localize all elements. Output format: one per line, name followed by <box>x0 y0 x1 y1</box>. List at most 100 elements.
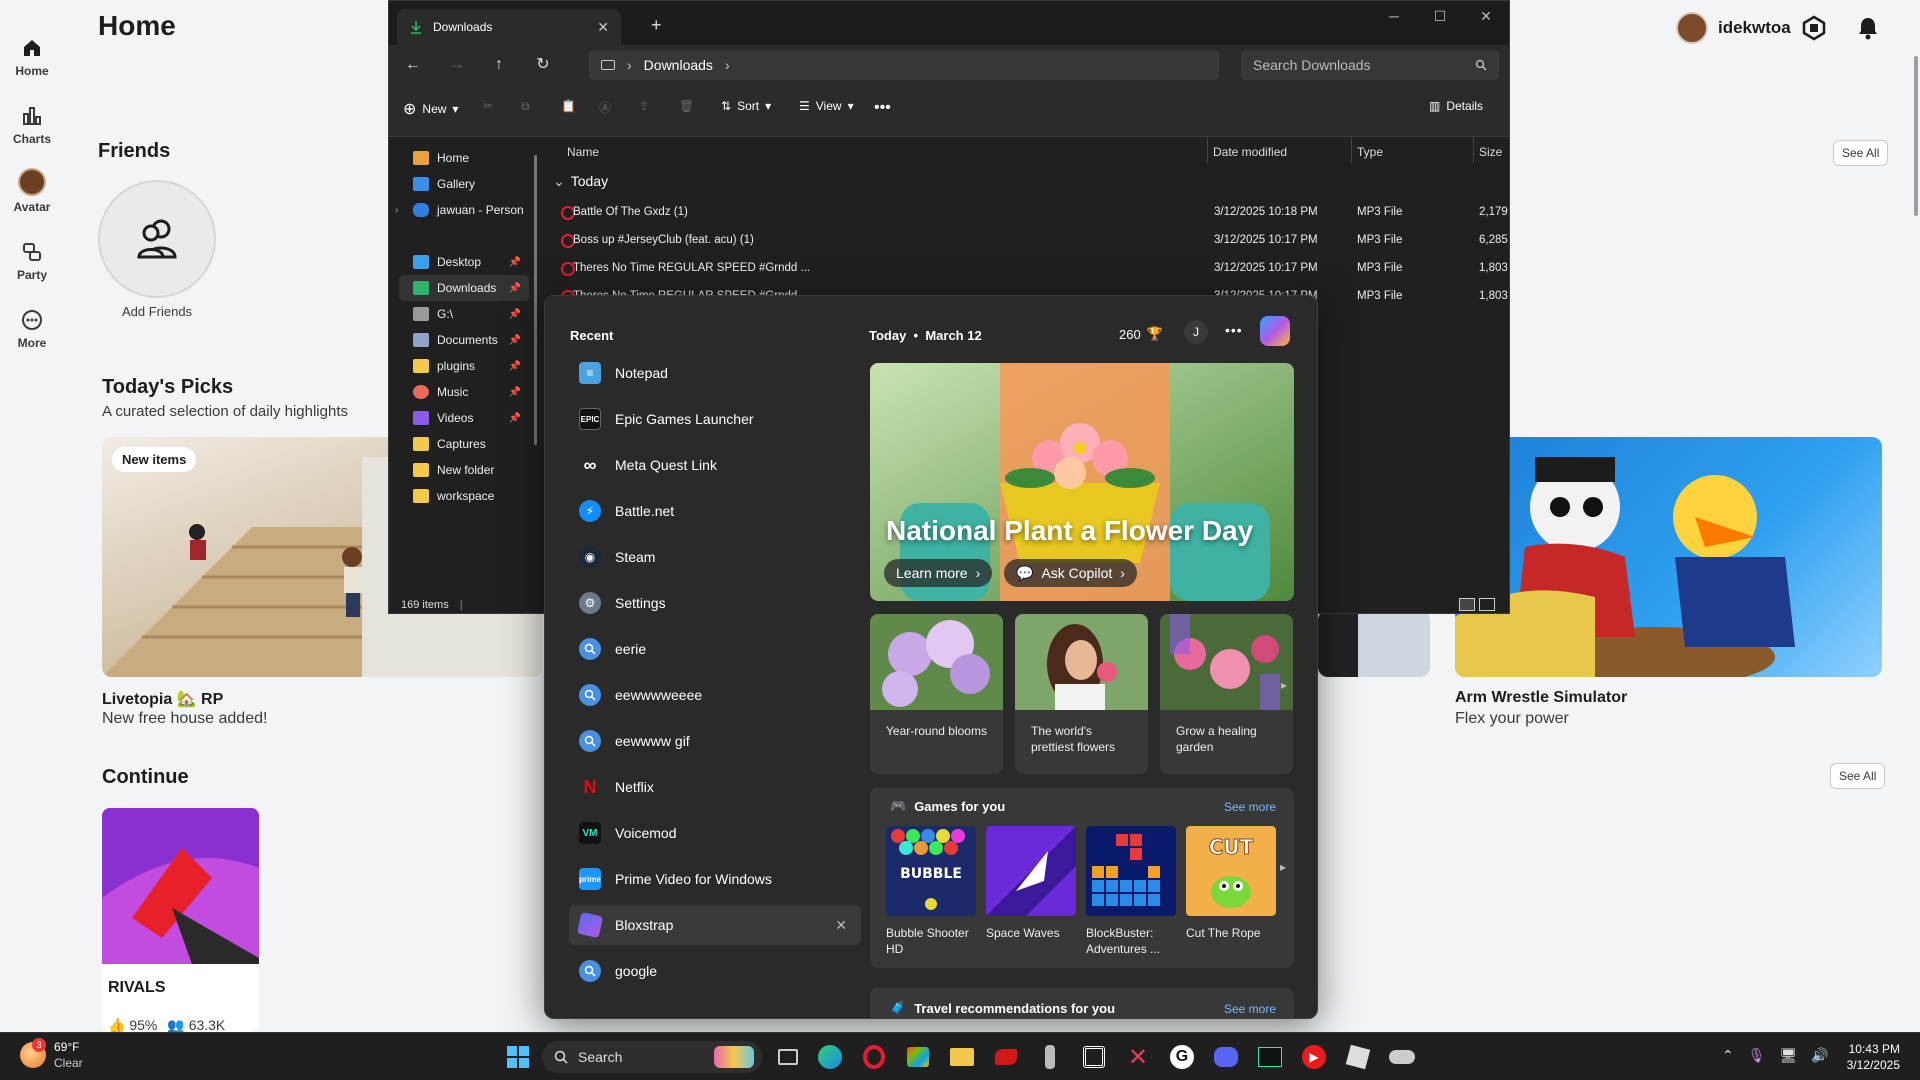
learn-more-button[interactable]: Learn more › <box>884 559 993 587</box>
file-explorer-icon[interactable] <box>946 1041 978 1073</box>
details-button[interactable]: ▥ Details <box>1429 99 1483 113</box>
recent-item-voicemod[interactable]: VM Voicemod <box>569 813 861 853</box>
recent-item-epic-games[interactable]: EPIC Epic Games Launcher <box>569 399 861 439</box>
tile-prettiest-flowers[interactable]: The world's prettiest flowers <box>1015 614 1148 774</box>
new-button[interactable]: ⊕ New ▾ <box>403 99 458 119</box>
task-view-icon[interactable] <box>772 1041 804 1073</box>
sidebar-item-documents[interactable]: Documents 📌 <box>399 327 529 353</box>
youtube-music-icon[interactable]: ▶ <box>1298 1041 1330 1073</box>
recent-search-google[interactable]: google <box>569 951 861 991</box>
column-date[interactable]: Date modified <box>1213 145 1287 159</box>
opera-icon[interactable] <box>858 1041 890 1073</box>
livetopia-title[interactable]: Livetopia 🏡 RP <box>102 689 223 709</box>
copilot-icon[interactable] <box>1260 316 1290 346</box>
chevron-right-icon[interactable]: › <box>395 205 398 216</box>
sidebar-item-music[interactable]: Music 📌 <box>399 379 529 405</box>
more-options-icon[interactable]: ••• <box>874 99 891 117</box>
volume-icon[interactable]: 🔊 <box>1811 1047 1828 1064</box>
microphone-icon[interactable]: 🎙 <box>1748 1047 1766 1064</box>
address-path[interactable]: › Downloads › <box>589 50 1219 80</box>
sidebar-scrollbar[interactable] <box>534 155 537 445</box>
details-view-icon[interactable] <box>1459 598 1475 611</box>
user-area[interactable]: idekwtoa <box>1676 12 1881 44</box>
roblox-scrollbar[interactable] <box>1914 56 1918 216</box>
recent-search-eerie[interactable]: eerie <box>569 629 861 669</box>
recent-item-netflix[interactable]: N Netflix <box>569 767 861 807</box>
forward-icon[interactable]: → <box>443 53 471 77</box>
tiles-view-icon[interactable] <box>1479 598 1495 611</box>
hero-card[interactable]: National Plant a Flower Day Learn more › … <box>870 363 1294 601</box>
game-blockbuster[interactable]: BlockBuster: Adventures ... <box>1086 826 1176 957</box>
view-button[interactable]: ☰ View ▾ <box>799 99 854 113</box>
tile-healing-garden[interactable]: Grow a healing garden <box>1160 614 1293 774</box>
roblox-taskbar-icon[interactable] <box>1342 1041 1374 1073</box>
profile-avatar[interactable]: J <box>1184 320 1208 344</box>
sidebar-item-onedrive[interactable]: › jawuan - Person <box>395 197 529 223</box>
spring-app-icon[interactable] <box>1078 1041 1110 1073</box>
file-row[interactable]: Boss up #JerseyClub (feat. acu) (1) 3/12… <box>549 227 1509 255</box>
taskbar-search[interactable]: Search <box>542 1041 762 1073</box>
tiles-next-arrow[interactable]: ▸ <box>1281 678 1287 692</box>
up-icon[interactable]: ↑ <box>485 53 513 77</box>
group-header[interactable]: ⌄ Today <box>553 173 608 190</box>
store-icon[interactable] <box>902 1041 934 1073</box>
maximize-icon[interactable]: ☐ <box>1417 1 1463 31</box>
remove-item-icon[interactable]: ✕ <box>835 917 847 934</box>
arm-wrestle-title[interactable]: Arm Wrestle Simulator <box>1455 689 1627 707</box>
hidden-card-image[interactable] <box>1318 610 1430 677</box>
column-size[interactable]: Size <box>1479 145 1502 159</box>
column-separator[interactable] <box>1473 137 1474 163</box>
sidebar-item-g-drive[interactable]: G:\ 📌 <box>399 301 529 327</box>
sidebar-item-videos[interactable]: Videos 📌 <box>399 405 529 431</box>
nav-more[interactable]: More <box>0 308 64 350</box>
recent-item-steam[interactable]: ◉ Steam <box>569 537 861 577</box>
new-tab-icon[interactable]: + <box>651 15 662 36</box>
username[interactable]: idekwtoa <box>1718 18 1791 38</box>
rewards-points[interactable]: 260 🏆 <box>1119 326 1163 342</box>
recent-search-eewwwweeee[interactable]: eewwwweeee <box>569 675 861 715</box>
path-segment[interactable]: Downloads <box>644 57 713 73</box>
share-icon[interactable]: ⇪ <box>639 99 649 113</box>
games-next-arrow[interactable]: ▸ <box>1280 860 1286 874</box>
start-button[interactable] <box>502 1041 534 1073</box>
g-app-icon[interactable]: G <box>1166 1041 1198 1073</box>
weather-widget[interactable]: 3 69°F Clear <box>20 1038 83 1071</box>
add-friends-circle[interactable] <box>98 180 216 298</box>
sidebar-item-workspace[interactable]: workspace <box>399 483 529 509</box>
x-app-icon[interactable]: ✕ <box>1122 1041 1154 1073</box>
recent-item-bloxstrap[interactable]: Bloxstrap ✕ <box>569 905 861 945</box>
cut-icon[interactable]: ✂ <box>483 99 493 113</box>
figure-app-icon[interactable] <box>1034 1041 1066 1073</box>
search-input[interactable]: Search Downloads <box>1241 50 1499 80</box>
nav-charts[interactable]: Charts <box>0 104 64 146</box>
back-icon[interactable]: ← <box>399 53 427 77</box>
chevron-up-icon[interactable]: ⌃ <box>1722 1047 1734 1064</box>
refresh-icon[interactable]: ↻ <box>529 53 557 77</box>
nav-home[interactable]: Home <box>0 36 64 78</box>
sidebar-item-plugins[interactable]: plugins 📌 <box>399 353 529 379</box>
column-separator[interactable] <box>1207 137 1208 163</box>
tile-year-round-blooms[interactable]: Year-round blooms <box>870 614 1003 774</box>
sidebar-item-downloads[interactable]: Downloads 📌 <box>399 275 529 301</box>
travel-see-more-link[interactable]: See more <box>1224 1002 1276 1016</box>
ask-copilot-button[interactable]: 💬 Ask Copilot › <box>1004 559 1137 587</box>
rivals-card[interactable]: RIVALS 👍 95% 👥 63.3K <box>102 808 259 1032</box>
column-name[interactable]: Name <box>567 145 599 159</box>
add-friends-button[interactable]: Add Friends <box>98 180 216 319</box>
tab-downloads[interactable]: Downloads ✕ <box>397 9 621 45</box>
close-window-icon[interactable]: ✕ <box>1463 1 1509 31</box>
paste-icon[interactable]: 📋 <box>561 99 576 113</box>
file-row[interactable]: Battle Of The Gxdz (1) 3/12/2025 10:18 P… <box>549 199 1509 227</box>
network-icon[interactable]: 🖥 <box>1780 1047 1798 1064</box>
sidebar-item-new-folder[interactable]: New folder <box>399 457 529 483</box>
bell-icon[interactable] <box>1855 15 1881 41</box>
copy-icon[interactable]: ⧉ <box>521 99 530 114</box>
avatar[interactable] <box>1676 12 1708 44</box>
game-cut-the-rope[interactable]: CUT Cut The Rope <box>1186 826 1276 941</box>
sidebar-item-desktop[interactable]: Desktop 📌 <box>399 249 529 275</box>
recent-item-prime-video[interactable]: prime Prime Video for Windows <box>569 859 861 899</box>
minimize-icon[interactable]: ─ <box>1371 1 1417 31</box>
recent-item-notepad[interactable]: ≡ Notepad <box>569 353 861 393</box>
voicemod-taskbar-icon[interactable] <box>1254 1041 1286 1073</box>
explorer-titlebar[interactable]: Downloads ✕ + ─ ☐ ✕ <box>389 1 1509 45</box>
